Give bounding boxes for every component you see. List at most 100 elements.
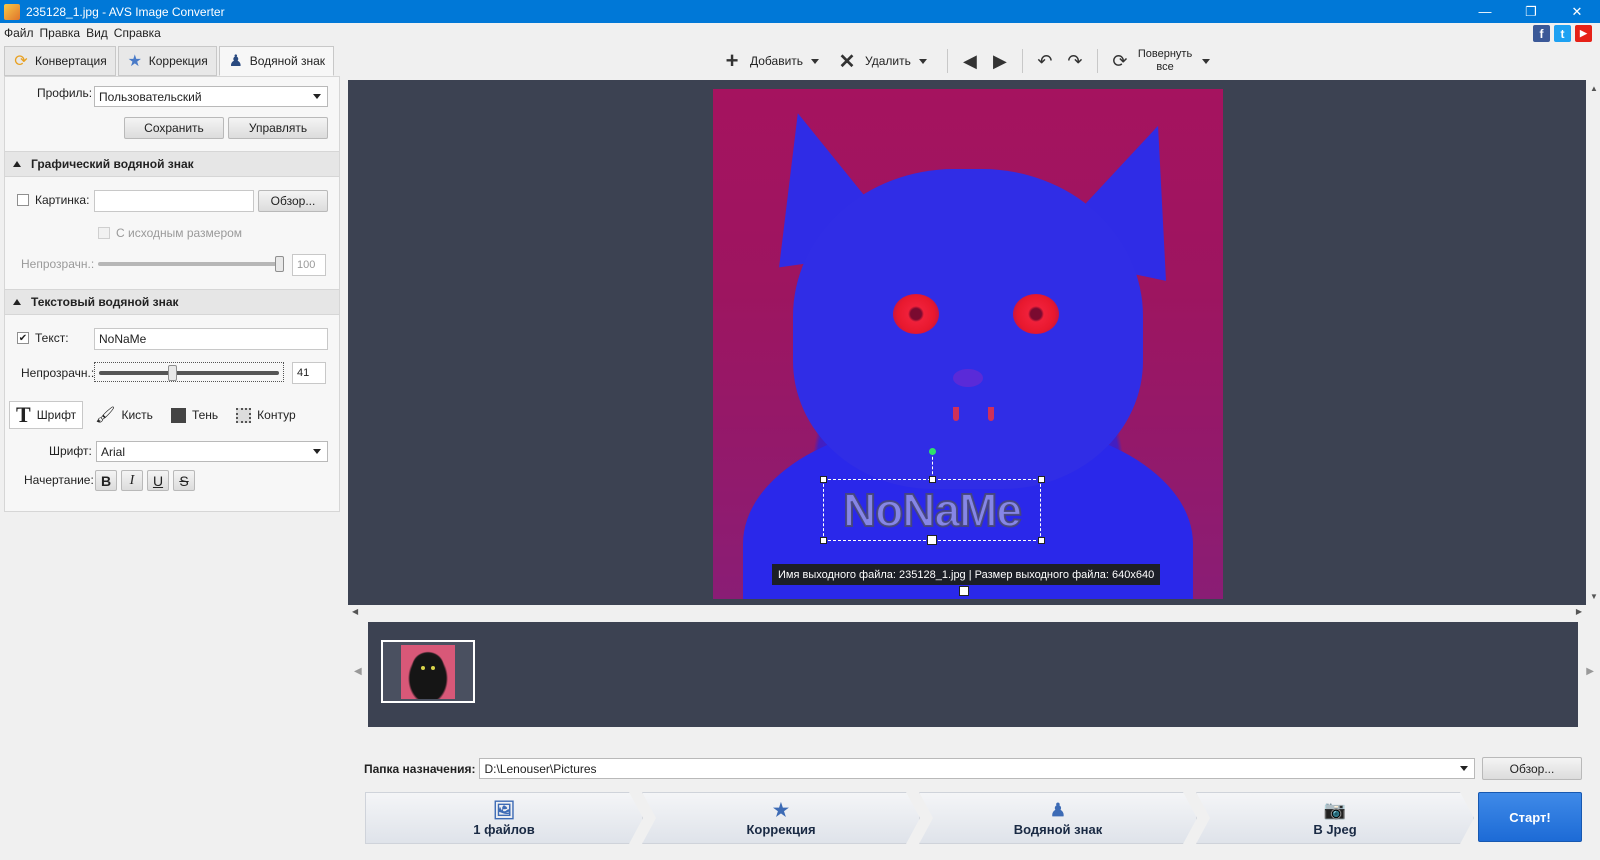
add-dropdown-icon[interactable] (811, 58, 820, 64)
facebook-icon[interactable]: f (1533, 25, 1550, 42)
text-opacity-slider[interactable] (94, 362, 284, 382)
resize-handle-n[interactable] (929, 476, 936, 483)
delete-dropdown-icon[interactable] (918, 58, 927, 64)
graphic-watermark-section[interactable]: Графический водяной знак (5, 151, 339, 177)
tab-watermark[interactable]: ♟ Водяной знак (218, 46, 335, 76)
resize-handle-se[interactable] (1038, 537, 1045, 544)
chevron-down-icon (1460, 766, 1469, 771)
step-format[interactable]: 📷 В Jpeg (1196, 792, 1474, 844)
convert-icon: ⟳ (14, 53, 28, 70)
step-label: Водяной знак (1013, 821, 1103, 837)
preview-horizontal-scrollbar[interactable]: ◀ ▶ (348, 605, 1586, 619)
watermark-selection[interactable]: NoNaMe (823, 479, 1041, 541)
picture-path-input[interactable] (94, 190, 254, 212)
italic-button[interactable]: I (121, 470, 143, 491)
step-watermark[interactable]: ♟ Водяной знак (919, 792, 1197, 844)
text-watermark-checkbox[interactable]: ✔ (17, 332, 29, 344)
strikethrough-button[interactable]: S (173, 470, 195, 491)
menu-edit[interactable]: Правка (40, 26, 81, 40)
text-opacity-value[interactable]: 41 (292, 362, 326, 384)
add-button[interactable]: Добавить (750, 54, 803, 68)
brush-style-tab[interactable]: 🖌 Кисть (89, 401, 159, 429)
font-select[interactable]: Arial (96, 441, 328, 462)
output-info-tooltip: Имя выходного файла: 235128_1.jpg | Разм… (772, 564, 1161, 585)
cat-eye-left (893, 294, 939, 334)
graphic-opacity-value[interactable]: 100 (292, 254, 326, 276)
original-size-label: С исходным размером (116, 226, 243, 240)
browse-destination-button[interactable]: Обзор... (1482, 757, 1582, 780)
tab-label: Коррекция (148, 54, 208, 68)
thumbs-next-icon[interactable]: ▶ (1586, 666, 1594, 677)
scroll-down-icon[interactable]: ▼ (1590, 592, 1598, 601)
text-label: Текст: (35, 331, 69, 345)
thumbnail-image (401, 644, 455, 699)
social-links: f t ▶ (1533, 25, 1592, 42)
previous-icon[interactable]: ◀ (958, 49, 982, 73)
watermark-text: NoNaMe (842, 483, 1023, 537)
rotate-dropdown-icon[interactable] (1202, 58, 1211, 64)
save-profile-button[interactable]: Сохранить (124, 117, 224, 139)
scroll-up-icon[interactable]: ▲ (1590, 84, 1598, 93)
step-files[interactable]: 🖼 1 файлов (365, 792, 643, 844)
menu-view[interactable]: Вид (86, 26, 108, 40)
manage-profiles-button[interactable]: Управлять (228, 117, 328, 139)
youtube-icon[interactable]: ▶ (1575, 25, 1592, 42)
resize-handle-s[interactable] (927, 535, 937, 545)
thumbs-prev-icon[interactable]: ◀ (354, 666, 362, 677)
maximize-button[interactable]: ❐ (1508, 0, 1554, 23)
step-label: Коррекция (746, 821, 816, 837)
toolbar-separator (946, 49, 948, 73)
picture-checkbox[interactable] (17, 194, 29, 206)
outline-icon (236, 407, 252, 423)
outline-style-tab[interactable]: Контур (230, 401, 301, 429)
watermark-text-input[interactable]: NoNaMe (94, 328, 328, 350)
rotate-right-icon[interactable]: ↷ (1063, 49, 1087, 73)
next-icon[interactable]: ▶ (988, 49, 1012, 73)
slider-track (99, 371, 279, 375)
destination-path-select[interactable]: D:\Lenouser\Pictures (479, 758, 1476, 779)
twitter-icon[interactable]: t (1554, 25, 1571, 42)
slider-track (98, 262, 280, 266)
slider-thumb[interactable] (275, 256, 284, 272)
rotation-handle[interactable] (929, 448, 936, 455)
browse-picture-button[interactable]: Обзор... (258, 190, 328, 212)
text-watermark-section[interactable]: Текстовый водяной знак (5, 289, 339, 315)
resize-handle-sw[interactable] (820, 537, 827, 544)
tab-conversion[interactable]: ⟳ Конвертация (4, 46, 116, 76)
profile-label: Профиль: (37, 86, 93, 100)
workflow-steps: 🖼 1 файлов ★ Коррекция ♟ Водяной знак 📷 … (365, 792, 1473, 844)
tooltip-anchor-handle[interactable] (959, 586, 969, 596)
menu-file[interactable]: Файл (4, 26, 34, 40)
font-value: Arial (101, 444, 126, 459)
cat-nose (953, 369, 983, 387)
rotate-all-button[interactable]: Повернуть все (1138, 48, 1192, 74)
close-button[interactable]: ✕ (1554, 0, 1600, 23)
slider-thumb[interactable] (168, 365, 177, 381)
original-size-checkbox[interactable] (98, 227, 110, 239)
underline-button[interactable]: U (147, 470, 169, 491)
rotate-left-icon[interactable]: ↶ (1033, 49, 1057, 73)
scroll-right-icon[interactable]: ▶ (1576, 607, 1582, 616)
graphic-opacity-slider[interactable] (94, 254, 284, 274)
tab-label: Водяной знак (249, 54, 326, 68)
bold-button[interactable]: B (95, 470, 117, 491)
step-correction[interactable]: ★ Коррекция (642, 792, 920, 844)
app-icon (4, 3, 20, 20)
rotate-all-icon[interactable]: ⟳ (1108, 49, 1132, 73)
shadow-style-tab[interactable]: Тень (165, 401, 224, 429)
font-style-tab[interactable]: T Шрифт (9, 401, 84, 429)
add-icon[interactable]: + (720, 48, 744, 73)
menu-help[interactable]: Справка (114, 26, 161, 40)
delete-button[interactable]: Удалить (865, 54, 911, 68)
preview-vertical-scrollbar[interactable]: ▲ ▼ (1586, 80, 1600, 605)
start-button[interactable]: Старт! (1478, 792, 1582, 842)
profile-select[interactable]: Пользовательский (94, 86, 328, 107)
scroll-left-icon[interactable]: ◀ (352, 607, 358, 616)
font-label: Шрифт: (49, 444, 92, 458)
thumbnail-item[interactable] (381, 640, 475, 703)
minimize-button[interactable]: — (1462, 0, 1508, 23)
delete-icon[interactable]: ✕ (835, 49, 859, 73)
resize-handle-ne[interactable] (1038, 476, 1045, 483)
tab-correction[interactable]: ★ Коррекция (117, 46, 217, 76)
resize-handle-nw[interactable] (820, 476, 827, 483)
